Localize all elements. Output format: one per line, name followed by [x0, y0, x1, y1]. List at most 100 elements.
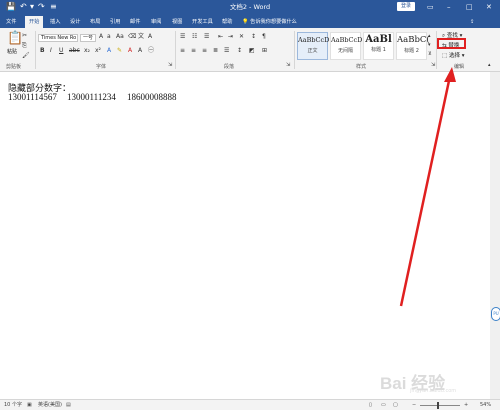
- side-assistant-badge[interactable]: PU: [491, 307, 500, 321]
- subscript-icon[interactable]: x₂: [84, 47, 90, 55]
- shading-icon[interactable]: ◩: [249, 47, 255, 55]
- tab-insert[interactable]: 插入: [50, 16, 60, 28]
- clear-formatting-icon[interactable]: ⌫: [128, 33, 136, 41]
- enclose-characters-icon[interactable]: ㊀: [148, 47, 154, 55]
- cut-icon[interactable]: ✂: [22, 32, 27, 40]
- tab-view[interactable]: 视图: [172, 16, 182, 28]
- styles-scroll-up-icon[interactable]: ▴: [428, 32, 431, 40]
- paragraph-dialog-launcher-icon[interactable]: ⇲: [286, 61, 290, 69]
- vertical-scrollbar[interactable]: [490, 72, 500, 399]
- style-name: 无间隔: [337, 48, 353, 54]
- macro-record-icon[interactable]: ▤: [66, 401, 71, 410]
- proofing-icon[interactable]: ▣: [27, 401, 32, 410]
- group-divider: [35, 31, 36, 69]
- styles-group-label: 样式: [356, 64, 367, 70]
- font-group-label: 字体: [96, 64, 107, 70]
- font-size-select[interactable]: 一号: [80, 34, 96, 42]
- underline-icon[interactable]: U: [59, 47, 63, 55]
- align-right-icon[interactable]: ≡: [202, 47, 207, 55]
- phone-number-2: 13000111234: [67, 92, 116, 102]
- collapse-ribbon-icon[interactable]: ▴: [488, 61, 491, 69]
- select-label: 选择: [448, 53, 460, 59]
- strikethrough-icon[interactable]: abc: [69, 47, 80, 55]
- zoom-slider-thumb[interactable]: [437, 402, 439, 409]
- tab-home[interactable]: 开始: [25, 16, 44, 28]
- select-icon: ⬚: [442, 53, 448, 59]
- tab-references[interactable]: 引用: [110, 16, 120, 28]
- style-sample: AaBbCcD: [298, 36, 330, 44]
- style-sample: AaBbC(: [397, 35, 430, 45]
- styles-dialog-launcher-icon[interactable]: ⇲: [431, 61, 435, 69]
- distributed-icon[interactable]: ☰: [224, 47, 229, 55]
- chinese-layout-icon[interactable]: ✕: [239, 33, 244, 41]
- tab-file[interactable]: 文件: [6, 16, 16, 28]
- style-heading-2[interactable]: AaBbC( 标题 2: [396, 32, 430, 60]
- print-layout-icon[interactable]: ▭: [381, 401, 386, 410]
- language-status[interactable]: 英语(美国): [38, 401, 62, 410]
- select-button[interactable]: ⬚ 选择 ▾: [442, 51, 464, 59]
- paste-button-label[interactable]: 粘贴: [7, 48, 17, 55]
- baidu-watermark: Bai 经验 jingyan.baidu.com: [380, 369, 495, 395]
- lightbulb-icon: 💡: [242, 19, 249, 25]
- document-page[interactable]: 隐藏部分数字： 13001114567 13000111234 18600008…: [0, 72, 490, 399]
- zoom-level[interactable]: 54%: [480, 401, 491, 410]
- decrease-indent-icon[interactable]: ⇤: [218, 33, 223, 41]
- close-icon[interactable]: ✕: [486, 2, 492, 12]
- tab-developer[interactable]: 开发工具: [192, 16, 213, 28]
- style-heading-1[interactable]: AaBl 标题 1: [363, 32, 394, 60]
- italic-icon[interactable]: I: [50, 47, 52, 55]
- highlight-color-icon[interactable]: ✎: [117, 47, 122, 55]
- group-divider: [175, 31, 176, 69]
- superscript-icon[interactable]: x²: [95, 47, 101, 55]
- character-shading-icon[interactable]: A: [138, 47, 142, 55]
- tab-help[interactable]: 帮助: [222, 16, 232, 28]
- phone-number-3: 18600008888: [127, 92, 177, 102]
- read-mode-icon[interactable]: ▯: [369, 401, 372, 410]
- styles-scroll-down-icon[interactable]: ▾: [428, 41, 431, 49]
- bullets-icon[interactable]: ☰: [180, 33, 185, 41]
- tab-design[interactable]: 设计: [70, 16, 80, 28]
- style-normal[interactable]: AaBbCcD 正文: [297, 32, 330, 60]
- login-button[interactable]: 登录: [397, 2, 415, 11]
- sort-icon[interactable]: ↕: [251, 33, 256, 41]
- align-left-icon[interactable]: ≡: [180, 47, 185, 55]
- font-name-select[interactable]: Times New Ro: [38, 34, 78, 42]
- font-dialog-launcher-icon[interactable]: ⇲: [168, 61, 172, 69]
- justify-icon[interactable]: ≣: [213, 47, 218, 55]
- zoom-slider[interactable]: [420, 405, 460, 406]
- format-painter-icon[interactable]: 🖌: [22, 52, 30, 60]
- shrink-font-icon[interactable]: a: [107, 33, 111, 41]
- change-case-icon[interactable]: Aa: [116, 33, 124, 41]
- phonetic-guide-icon[interactable]: 文: [138, 33, 144, 41]
- tell-me-search[interactable]: 💡 告诉我你想要做什么: [242, 16, 297, 28]
- maximize-icon[interactable]: □: [466, 2, 473, 12]
- style-no-spacing[interactable]: AaBbCcD 无间隔: [330, 32, 362, 60]
- borders-icon[interactable]: ⊞: [262, 47, 267, 55]
- ribbon-tab-bar: 文件 开始 插入 设计 布局 引用 邮件 审阅 视图 开发工具 帮助 💡 告诉我…: [0, 14, 500, 28]
- font-color-icon[interactable]: A: [128, 47, 132, 55]
- share-icon[interactable]: ⇪: [470, 16, 474, 28]
- character-border-icon[interactable]: A: [148, 33, 152, 41]
- paste-icon[interactable]: 📋: [7, 32, 23, 46]
- web-layout-icon[interactable]: ▢: [393, 401, 398, 410]
- zoom-in-button[interactable]: +: [464, 401, 468, 410]
- watermark-url: jingyan.baidu.com: [410, 388, 457, 394]
- styles-more-icon[interactable]: ⊻: [428, 50, 432, 58]
- tab-layout[interactable]: 布局: [90, 16, 100, 28]
- tab-review[interactable]: 审阅: [151, 16, 161, 28]
- bold-icon[interactable]: B: [40, 47, 45, 55]
- numbering-icon[interactable]: ☷: [192, 33, 197, 41]
- word-count[interactable]: 10 个字: [4, 401, 22, 410]
- grow-font-icon[interactable]: A: [99, 33, 103, 41]
- show-formatting-marks-icon[interactable]: ¶: [262, 33, 266, 41]
- copy-icon[interactable]: ⎘: [22, 42, 27, 50]
- zoom-out-button[interactable]: −: [412, 401, 416, 410]
- line-spacing-icon[interactable]: ↕: [237, 47, 242, 55]
- multilevel-list-icon[interactable]: ☰: [204, 33, 209, 41]
- increase-indent-icon[interactable]: ⇥: [228, 33, 233, 41]
- ribbon-display-options-icon[interactable]: ▭: [427, 2, 434, 12]
- minimize-icon[interactable]: –: [447, 2, 451, 12]
- tab-mailings[interactable]: 邮件: [130, 16, 140, 28]
- align-center-icon[interactable]: ≡: [191, 47, 196, 55]
- text-effects-icon[interactable]: A: [107, 47, 111, 55]
